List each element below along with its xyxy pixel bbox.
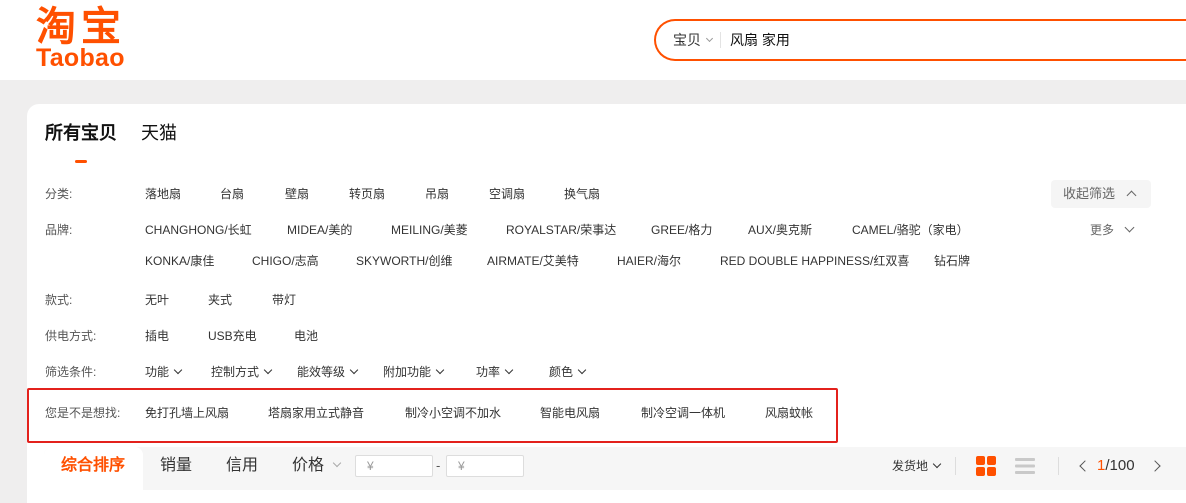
sort-by-sales-button[interactable]: 销量 — [160, 455, 192, 477]
style-option[interactable]: 带灯 — [272, 292, 296, 308]
category-option[interactable]: 转页扇 — [349, 186, 385, 202]
chevron-down-icon — [263, 365, 273, 375]
chevron-down-icon — [932, 459, 942, 469]
brand-option[interactable]: KONKA/康佳 — [145, 253, 214, 269]
condition-dropdown-label: 功率 — [476, 365, 501, 379]
condition-dropdown-extra[interactable]: 附加功能 — [383, 364, 445, 380]
sort-by-credit-button[interactable]: 信用 — [226, 455, 258, 477]
style-option[interactable]: 无叶 — [145, 292, 169, 308]
sort-by-price-button[interactable]: 价格 — [292, 455, 342, 477]
suggestions-highlight-box — [27, 388, 838, 443]
power-supply-option[interactable]: 插电 — [145, 328, 169, 344]
more-brands-button[interactable]: 更多 — [1090, 222, 1135, 238]
brand-option[interactable]: MIDEA/美的 — [287, 222, 352, 238]
brand-option[interactable]: HAIER/海尔 — [617, 253, 681, 269]
condition-dropdown-control[interactable]: 控制方式 — [211, 364, 273, 380]
price-min-input[interactable] — [355, 455, 433, 477]
more-brands-label: 更多 — [1090, 223, 1115, 237]
condition-dropdown-function[interactable]: 功能 — [145, 364, 183, 380]
condition-dropdown-label: 功能 — [145, 365, 170, 379]
chevron-down-icon — [1124, 222, 1135, 233]
brand-option[interactable]: AIRMATE/艾美特 — [487, 253, 579, 269]
next-page-button[interactable] — [1148, 459, 1162, 473]
condition-dropdown-label: 控制方式 — [211, 365, 260, 379]
filter-label-category: 分类: — [45, 187, 73, 201]
filter-label-conditions: 筛选条件: — [45, 365, 97, 379]
logo-english-text: Taobao — [36, 44, 125, 72]
brand-option[interactable]: CAMEL/骆驼（家电） — [852, 222, 969, 238]
price-range-separator: - — [436, 458, 441, 473]
brand-option[interactable]: CHANGHONG/长虹 — [145, 222, 252, 238]
chevron-left-icon — [1079, 460, 1091, 472]
chevron-down-icon — [705, 34, 714, 42]
condition-dropdown-energy[interactable]: 能效等级 — [297, 364, 359, 380]
category-option[interactable]: 台扇 — [220, 186, 244, 202]
search-divider — [720, 32, 721, 48]
search-scope-label: 宝贝 — [673, 32, 701, 48]
brand-option[interactable]: SKYWORTH/创维 — [356, 253, 452, 269]
list-view-icon[interactable] — [1015, 456, 1035, 476]
brand-option[interactable]: AUX/奥克斯 — [748, 222, 812, 238]
tab-all-items[interactable]: 所有宝贝 — [45, 120, 117, 146]
active-tab-indicator — [75, 160, 87, 163]
total-pages: 100 — [1109, 457, 1135, 474]
results-panel — [27, 104, 1186, 503]
toolbar-divider — [955, 457, 956, 475]
taobao-logo[interactable]: 淘宝 Taobao — [36, 5, 132, 73]
chevron-down-icon — [435, 365, 445, 375]
category-option[interactable]: 落地扇 — [145, 186, 181, 202]
chevron-down-icon — [332, 458, 342, 468]
brand-option[interactable]: GREE/格力 — [651, 222, 712, 238]
page-indicator: 1/100 — [1097, 456, 1135, 476]
ship-from-label: 发货地 — [892, 459, 929, 473]
condition-dropdown-label: 能效等级 — [297, 365, 346, 379]
condition-dropdown-power[interactable]: 功率 — [476, 364, 514, 380]
chevron-down-icon — [173, 365, 183, 375]
condition-dropdown-color[interactable]: 颜色 — [549, 364, 587, 380]
filter-label-power-supply: 供电方式: — [45, 329, 97, 343]
taobao-search-page: 淘宝 Taobao 宝贝 所有宝贝 天猫 分类: 落地扇 台扇 壁扇 转页扇 吊… — [0, 0, 1186, 503]
chevron-down-icon — [504, 365, 514, 375]
chevron-down-icon — [577, 365, 587, 375]
category-option[interactable]: 换气扇 — [564, 186, 600, 202]
condition-dropdown-label: 颜色 — [549, 365, 574, 379]
chevron-right-icon — [1149, 460, 1161, 472]
category-option[interactable]: 壁扇 — [285, 186, 309, 202]
chevron-up-icon — [1126, 190, 1137, 201]
search-input[interactable] — [730, 21, 1180, 59]
sort-by-default-button[interactable]: 综合排序 — [61, 455, 125, 477]
brand-option[interactable]: MEILING/美菱 — [391, 222, 468, 238]
brand-option[interactable]: ROYALSTAR/荣事达 — [506, 222, 616, 238]
collapse-filters-label: 收起筛选 — [1063, 186, 1116, 201]
collapse-filters-button[interactable]: 收起筛选 — [1051, 180, 1151, 208]
chevron-down-icon — [349, 365, 359, 375]
sort-by-price-label: 价格 — [292, 457, 325, 474]
style-option[interactable]: 夹式 — [208, 292, 232, 308]
search-scope-dropdown[interactable]: 宝贝 — [673, 21, 714, 59]
power-supply-option[interactable]: 电池 — [294, 328, 318, 344]
category-option[interactable]: 空调扇 — [489, 186, 525, 202]
brand-option[interactable]: 钻石牌 — [934, 253, 970, 269]
search-bar: 宝贝 — [654, 19, 1186, 61]
ship-from-dropdown[interactable]: 发货地 — [892, 458, 942, 474]
power-supply-option[interactable]: USB充电 — [208, 328, 257, 344]
logo-chinese-text: 淘宝 — [36, 5, 126, 49]
condition-dropdown-label: 附加功能 — [383, 365, 432, 379]
category-option[interactable]: 吊扇 — [425, 186, 449, 202]
price-max-input[interactable] — [446, 455, 524, 477]
filter-label-style: 款式: — [45, 293, 73, 307]
prev-page-button[interactable] — [1078, 459, 1092, 473]
tab-tmall[interactable]: 天猫 — [141, 120, 177, 146]
toolbar-divider — [1058, 457, 1059, 475]
filter-label-brand: 品牌: — [45, 223, 73, 237]
grid-view-icon[interactable] — [976, 456, 996, 476]
brand-option[interactable]: RED DOUBLE HAPPINESS/红双喜 — [720, 253, 909, 269]
brand-option[interactable]: CHIGO/志高 — [252, 253, 319, 269]
